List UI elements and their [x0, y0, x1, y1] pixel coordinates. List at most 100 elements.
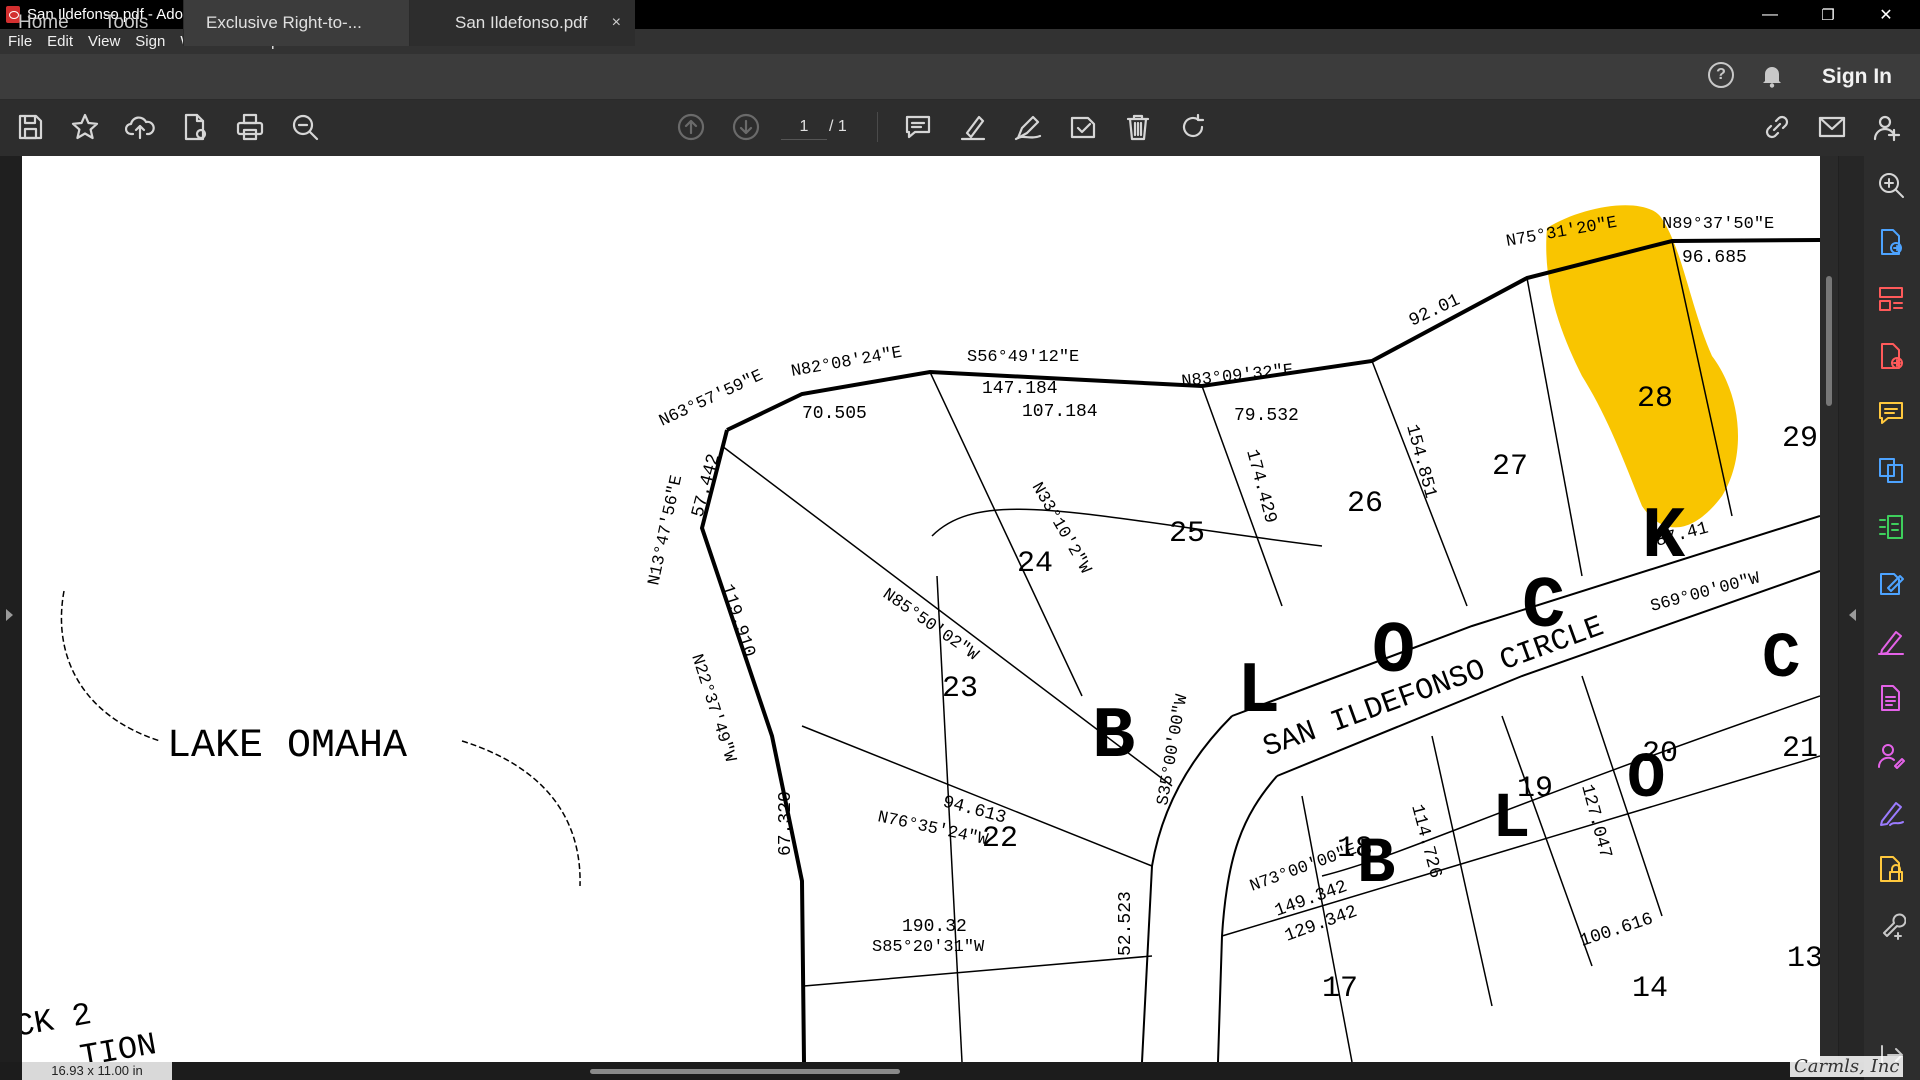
- svg-text:S35°00'00"W: S35°00'00"W: [1154, 692, 1192, 807]
- svg-text:N82°08'24"E: N82°08'24"E: [790, 344, 904, 382]
- create-pdf-icon[interactable]: [1876, 341, 1906, 371]
- svg-text:147.184: 147.184: [982, 379, 1058, 399]
- svg-text:N63°57'59"E: N63°57'59"E: [657, 367, 767, 432]
- svg-text:20: 20: [1642, 737, 1678, 771]
- link-icon[interactable]: [1762, 112, 1792, 142]
- zoom-icon[interactable]: [1876, 170, 1906, 200]
- rotate-icon[interactable]: [1178, 112, 1208, 142]
- more-tools-icon[interactable]: [1876, 911, 1907, 941]
- sign-icon[interactable]: [1876, 797, 1906, 827]
- share-user-icon[interactable]: [1872, 112, 1902, 142]
- vertical-scrollbar[interactable]: [1820, 156, 1838, 1062]
- vertical-scroll-thumb[interactable]: [1826, 276, 1832, 406]
- svg-text:N83°09'32"E: N83°09'32"E: [1181, 361, 1295, 392]
- corner-labels: CK 2 TION: [22, 996, 159, 1062]
- close-tab-button[interactable]: ×: [612, 0, 621, 46]
- file-properties-icon[interactable]: [180, 112, 210, 142]
- fill-sign-icon[interactable]: [1876, 626, 1906, 656]
- svg-text:N13°47'56"E: N13°47'56"E: [645, 474, 687, 588]
- mls-watermark: Carmls, Inc: [1790, 1056, 1904, 1077]
- svg-text:100.616: 100.616: [1578, 909, 1656, 951]
- svg-text:N85°50'02"W: N85°50'02"W: [879, 585, 982, 665]
- save-icon[interactable]: [15, 112, 45, 142]
- svg-text:14: 14: [1632, 972, 1668, 1006]
- expand-arrow-icon: [6, 609, 13, 621]
- horizontal-scrollbar[interactable]: [0, 1062, 1864, 1080]
- svg-text:N89°37'50"E: N89°37'50"E: [1662, 215, 1774, 234]
- combine-files-icon[interactable]: [1876, 455, 1906, 485]
- organize-pages-icon[interactable]: [1876, 284, 1906, 314]
- comment-icon[interactable]: [903, 112, 933, 142]
- tab-tools[interactable]: Tools: [104, 0, 148, 46]
- svg-text:23: 23: [942, 672, 978, 706]
- star-icon[interactable]: [70, 112, 100, 142]
- svg-text:C: C: [1762, 624, 1800, 696]
- left-panel-toggle[interactable]: [0, 156, 22, 1062]
- toolbar-divider: [877, 112, 878, 142]
- svg-text:114.726: 114.726: [1406, 802, 1445, 880]
- svg-text:70.505: 70.505: [802, 404, 867, 424]
- pdf-page-canvas[interactable]: LAKE OMAHA SAN ILDEFONSO CIRCLE B L O C …: [22, 156, 1820, 1062]
- svg-text:21: 21: [1782, 732, 1818, 766]
- edit-pdf-icon[interactable]: [1876, 569, 1906, 599]
- minimize-button[interactable]: —: [1742, 0, 1798, 29]
- restore-button[interactable]: ❐: [1800, 0, 1856, 29]
- comment-tool-icon[interactable]: [1876, 398, 1906, 428]
- scan-icon[interactable]: [1876, 683, 1906, 713]
- street-west-edge-2: [1217, 775, 1278, 1062]
- right-panel-toggle[interactable]: [1838, 156, 1864, 1062]
- svg-text:190.32: 190.32: [902, 917, 967, 937]
- page-number-input[interactable]: 1: [781, 114, 827, 140]
- tab-label: San Ildefonso.pdf: [455, 13, 588, 32]
- close-window-button[interactable]: ✕: [1858, 0, 1914, 29]
- stamp-icon[interactable]: [1068, 112, 1098, 142]
- svg-text:19: 19: [1517, 772, 1553, 806]
- request-signature-icon[interactable]: [1876, 740, 1906, 770]
- svg-text:N22°37'49"W: N22°37'49"W: [686, 652, 739, 765]
- delete-icon[interactable]: [1123, 112, 1153, 142]
- svg-text:52.523: 52.523: [1116, 891, 1136, 956]
- svg-text:28: 28: [1637, 382, 1673, 416]
- print-icon[interactable]: [235, 112, 265, 142]
- lake-label: LAKE OMAHA: [167, 724, 407, 769]
- page-total: / 1: [829, 118, 847, 135]
- export-pdf-icon[interactable]: [1876, 227, 1906, 257]
- svg-text:L: L: [1237, 651, 1280, 733]
- highlight-pen-icon[interactable]: [958, 112, 988, 142]
- protect-icon[interactable]: [1876, 854, 1906, 884]
- horizontal-scroll-thumb[interactable]: [590, 1069, 900, 1074]
- upload-icon[interactable]: [124, 112, 155, 142]
- tab-home[interactable]: Home: [18, 0, 69, 46]
- svg-text:24: 24: [1017, 547, 1053, 581]
- plat-map: LAKE OMAHA SAN ILDEFONSO CIRCLE B L O C …: [22, 205, 1820, 1062]
- tab-label: Exclusive Right-to-...: [206, 13, 362, 32]
- svg-text:13: 13: [1787, 942, 1820, 976]
- svg-text:O: O: [1372, 611, 1415, 693]
- svg-text:S56°49'12"E: S56°49'12"E: [967, 348, 1079, 367]
- tab-exclusive-right[interactable]: Exclusive Right-to-...: [183, 0, 410, 46]
- svg-text:S85°20'31"W: S85°20'31"W: [872, 938, 985, 957]
- svg-text:174.429: 174.429: [1241, 447, 1280, 525]
- mail-icon[interactable]: [1817, 112, 1847, 142]
- svg-text:27: 27: [1492, 450, 1528, 484]
- svg-text:C: C: [1522, 566, 1565, 648]
- svg-text:57.442: 57.442: [688, 452, 724, 520]
- svg-text:107.184: 107.184: [1022, 402, 1098, 422]
- sign-in-button[interactable]: Sign In: [1822, 54, 1892, 100]
- svg-text:29: 29: [1782, 422, 1818, 456]
- svg-text:17: 17: [1322, 972, 1358, 1006]
- page-up-icon[interactable]: [676, 112, 706, 142]
- compress-icon[interactable]: [1876, 512, 1906, 542]
- notification-bell-icon[interactable]: [1761, 64, 1783, 88]
- svg-text:79.532: 79.532: [1234, 406, 1299, 426]
- page-size-indicator: 16.93 x 11.00 in: [22, 1062, 172, 1080]
- zoom-search-icon[interactable]: [290, 112, 320, 142]
- tab-san-ildefonso[interactable]: San Ildefonso.pdf ×: [410, 0, 635, 46]
- draw-icon[interactable]: [1013, 112, 1043, 142]
- svg-text:119.910: 119.910: [716, 582, 758, 660]
- svg-text:127.047: 127.047: [1576, 782, 1615, 860]
- svg-text:25: 25: [1169, 517, 1205, 551]
- help-icon[interactable]: ?: [1708, 62, 1734, 88]
- page-down-icon[interactable]: [731, 112, 761, 142]
- svg-text:67.320: 67.320: [776, 791, 796, 856]
